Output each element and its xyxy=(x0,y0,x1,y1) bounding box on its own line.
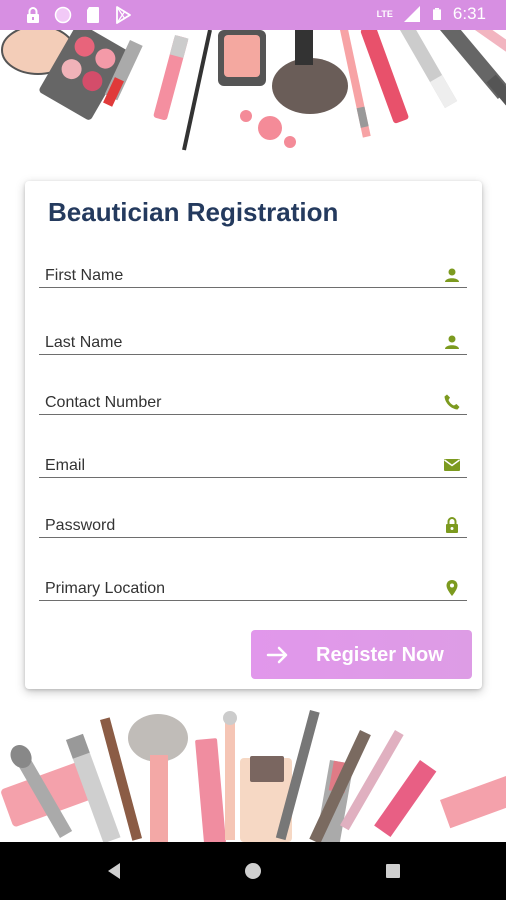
page-title: Beautician Registration xyxy=(48,197,339,227)
primary-location-label: Primary Location xyxy=(45,580,166,597)
circle-icon xyxy=(54,6,72,24)
makeup-banner-bottom xyxy=(0,700,506,842)
makeup-banner-top xyxy=(0,30,506,160)
contact-number-label: Contact Number xyxy=(45,394,162,411)
battery-icon xyxy=(432,8,441,20)
password-label: Password xyxy=(45,517,116,534)
email-field[interactable]: Email xyxy=(39,448,467,478)
first-name-field[interactable]: First Name xyxy=(39,258,467,288)
signal-icon xyxy=(403,6,420,22)
sd-card-icon xyxy=(87,7,99,23)
makeup-illustration xyxy=(1,30,506,151)
phone-icon xyxy=(444,394,460,410)
arrow-right-icon xyxy=(266,646,288,664)
lock-icon xyxy=(27,7,39,23)
password-field[interactable]: Password xyxy=(39,508,467,538)
status-notifications xyxy=(24,6,132,24)
email-icon xyxy=(444,459,460,471)
location-pin-icon xyxy=(446,580,458,596)
home-icon[interactable] xyxy=(243,861,263,881)
register-now-button[interactable]: Register Now xyxy=(251,630,472,679)
navigation-bar xyxy=(0,842,506,900)
register-now-label: Register Now xyxy=(316,644,444,666)
person-icon xyxy=(445,335,459,349)
back-icon[interactable] xyxy=(104,861,124,881)
status-bar: LTE 6:31 xyxy=(0,0,506,30)
makeup-illustration xyxy=(1,710,506,842)
first-name-label: First Name xyxy=(45,267,124,284)
contact-number-field[interactable]: Contact Number xyxy=(39,385,467,415)
email-label: Email xyxy=(45,457,86,474)
lock-icon xyxy=(446,517,458,533)
status-system: LTE 6:31 xyxy=(377,4,486,24)
play-store-icon xyxy=(116,6,131,24)
network-type: LTE xyxy=(376,9,393,19)
clock: 6:31 xyxy=(452,4,486,23)
primary-location-field[interactable]: Primary Location xyxy=(39,571,467,601)
last-name-label: Last Name xyxy=(45,334,123,351)
person-icon xyxy=(445,268,459,282)
last-name-field[interactable]: Last Name xyxy=(39,325,467,355)
recents-icon[interactable] xyxy=(383,861,403,881)
registration-card: Beautician Registration First Name Last … xyxy=(25,181,482,689)
